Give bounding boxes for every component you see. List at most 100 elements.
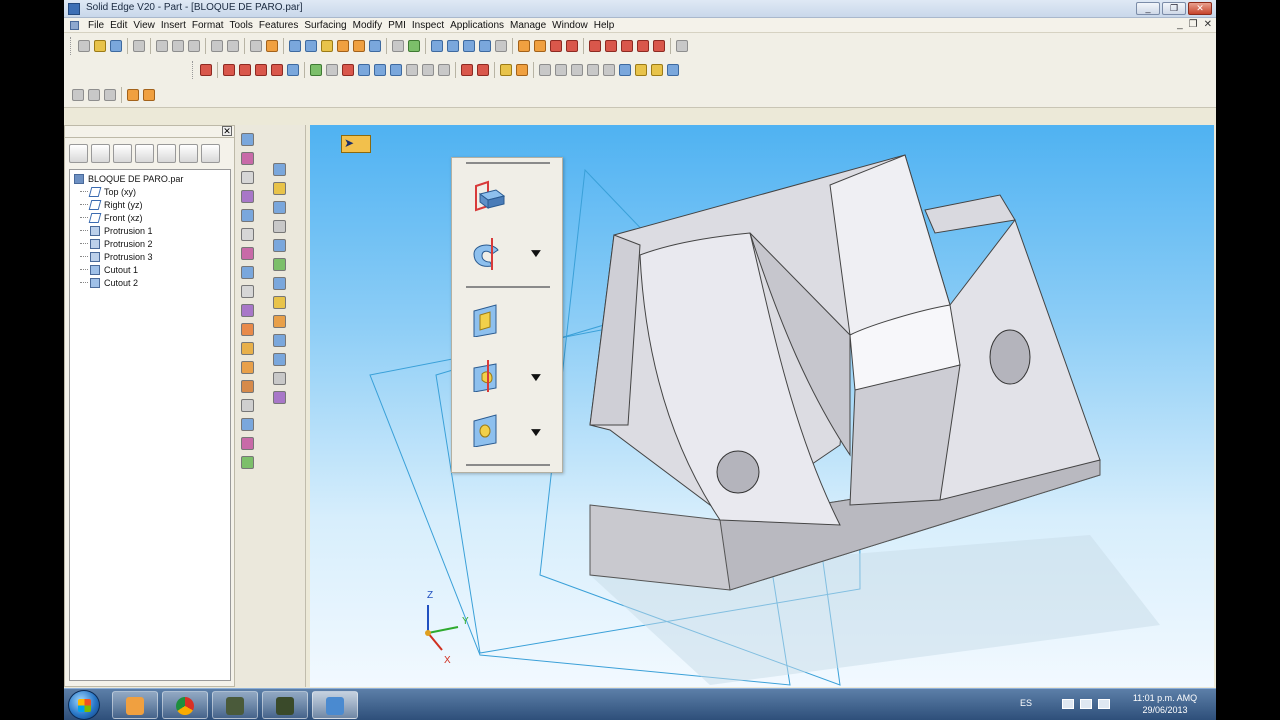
rib-cmd-icon[interactable] xyxy=(241,304,254,317)
doc-close-button[interactable]: ✕ xyxy=(1204,19,1212,30)
pan-icon[interactable] xyxy=(479,40,491,52)
menu-format[interactable]: Format xyxy=(192,19,230,32)
boolean-cmd-icon[interactable] xyxy=(241,437,254,450)
menu-view[interactable]: View xyxy=(133,19,161,32)
taskbar-chrome[interactable] xyxy=(162,691,208,719)
tree-root[interactable]: BLOQUE DE PARO.par xyxy=(74,172,226,185)
rel-7-icon[interactable] xyxy=(635,64,647,76)
mirror-cmd-icon[interactable] xyxy=(241,418,254,431)
doc-minimize-button[interactable]: _ xyxy=(1177,19,1183,30)
restore-button[interactable]: ❐ xyxy=(1162,2,1186,15)
menu-features[interactable]: Features xyxy=(259,19,304,32)
round-cmd-icon[interactable] xyxy=(241,323,254,336)
taskbar-media-player[interactable] xyxy=(112,691,158,719)
material-icon[interactable] xyxy=(516,64,528,76)
render-icon[interactable] xyxy=(369,40,381,52)
feature-library-icon[interactable] xyxy=(518,40,530,52)
view-named-2-icon[interactable] xyxy=(143,89,155,101)
normal-cmd-icon[interactable] xyxy=(241,228,254,241)
menu-inspect[interactable]: Inspect xyxy=(412,19,450,32)
loft-cmd-icon[interactable] xyxy=(241,190,254,203)
visible-edges-icon[interactable] xyxy=(353,40,365,52)
pathfinder-close-button[interactable]: ✕ xyxy=(222,126,232,136)
tree-item-protrusion-2[interactable]: Protrusion 2 xyxy=(74,237,226,250)
model-tool-4-icon[interactable] xyxy=(637,40,649,52)
protrusion-cmd-icon[interactable] xyxy=(241,133,254,146)
view-top-icon[interactable] xyxy=(88,89,100,101)
revolved-cutout-dropdown-caret[interactable]: ▼ xyxy=(528,370,545,384)
tab-properties-icon[interactable] xyxy=(201,143,220,163)
start-button[interactable] xyxy=(68,690,100,720)
constraint-2-icon[interactable] xyxy=(477,64,489,76)
tree-item-cutout-1[interactable]: Cutout 1 xyxy=(74,263,226,276)
angle-icon[interactable] xyxy=(422,64,434,76)
tab-features-icon[interactable] xyxy=(69,143,88,163)
taskbar-solid-edge[interactable] xyxy=(312,691,358,719)
zoom-icon[interactable] xyxy=(431,40,443,52)
flag-tray-icon[interactable] xyxy=(1062,699,1074,709)
constraint-1-icon[interactable] xyxy=(461,64,473,76)
flange-cmd-icon[interactable] xyxy=(273,334,286,347)
menu-window[interactable]: Window xyxy=(552,19,594,32)
feature-family-icon[interactable] xyxy=(534,40,546,52)
pattern-cmd-icon[interactable] xyxy=(241,399,254,412)
revolved-protrusion-button[interactable] xyxy=(470,236,508,270)
view-right-icon[interactable] xyxy=(104,89,116,101)
print-icon[interactable] xyxy=(133,40,145,52)
thread-cmd-icon[interactable] xyxy=(241,266,254,279)
menu-surfacing[interactable]: Surfacing xyxy=(304,19,352,32)
delete-feature-icon[interactable] xyxy=(550,40,562,52)
menu-file[interactable]: File xyxy=(88,19,110,32)
cutout-tool-button[interactable] xyxy=(470,303,508,338)
menu-applications[interactable]: Applications xyxy=(450,19,510,32)
tab-sensors-icon[interactable] xyxy=(113,143,132,163)
draft-cmd-icon[interactable] xyxy=(241,361,254,374)
model-tool-2-icon[interactable] xyxy=(605,40,617,52)
offset-icon[interactable] xyxy=(374,64,386,76)
model-tool-3-icon[interactable] xyxy=(621,40,633,52)
taskbar-app-2[interactable] xyxy=(262,691,308,719)
arc-icon[interactable] xyxy=(255,64,267,76)
cut-icon[interactable] xyxy=(156,40,168,52)
thin-wall-cmd-icon[interactable] xyxy=(241,380,254,393)
protrusion-tool-button[interactable] xyxy=(470,180,508,214)
clock[interactable]: 11:01 p.m. AMQ 29/06/2013 xyxy=(1122,692,1208,716)
slot-cmd-icon[interactable] xyxy=(241,285,254,298)
tree-item-protrusion-3[interactable]: Protrusion 3 xyxy=(74,250,226,263)
paint-icon[interactable] xyxy=(500,64,512,76)
tab-library-icon[interactable] xyxy=(179,143,198,163)
new-file-icon[interactable] xyxy=(78,40,90,52)
doc-restore-button[interactable]: ❐ xyxy=(1189,19,1198,30)
helix-cmd-icon[interactable] xyxy=(241,209,254,222)
fillet-icon[interactable] xyxy=(342,64,354,76)
hole-tool-button[interactable] xyxy=(470,413,508,448)
revolved-cmd-icon[interactable] xyxy=(241,152,254,165)
cut-cmd-icon[interactable] xyxy=(273,220,286,233)
save-icon[interactable] xyxy=(110,40,122,52)
document-icon[interactable] xyxy=(70,21,79,30)
copy-icon[interactable] xyxy=(172,40,184,52)
model-tool-1-icon[interactable] xyxy=(589,40,601,52)
rel-5-icon[interactable] xyxy=(603,64,615,76)
minimize-button[interactable]: _ xyxy=(1136,2,1160,15)
chamfer-icon[interactable] xyxy=(358,64,370,76)
select-tool-icon[interactable] xyxy=(250,40,262,52)
3d-viewport[interactable]: ➤ Z Y X xyxy=(310,125,1214,687)
circle-icon[interactable] xyxy=(271,64,283,76)
relate-icon[interactable] xyxy=(438,64,450,76)
view-named-1-icon[interactable] xyxy=(127,89,139,101)
tree-item-cutout-2[interactable]: Cutout 2 xyxy=(74,276,226,289)
hole-cmd-icon[interactable] xyxy=(241,247,254,260)
curve-cmd-icon[interactable] xyxy=(273,353,286,366)
rel-6-icon[interactable] xyxy=(619,64,631,76)
trim-icon[interactable] xyxy=(310,64,322,76)
line-icon[interactable] xyxy=(223,64,235,76)
model-tool-6-icon[interactable] xyxy=(676,40,688,52)
rel-8-icon[interactable] xyxy=(651,64,663,76)
mount-boss-cmd-icon[interactable] xyxy=(273,296,286,309)
language-indicator[interactable]: ES xyxy=(1020,698,1032,708)
menu-insert[interactable]: Insert xyxy=(161,19,192,32)
tree-item-front-plane[interactable]: Front (xz) xyxy=(74,211,226,224)
close-button[interactable]: ✕ xyxy=(1188,2,1212,15)
shaded-icon[interactable] xyxy=(321,40,333,52)
